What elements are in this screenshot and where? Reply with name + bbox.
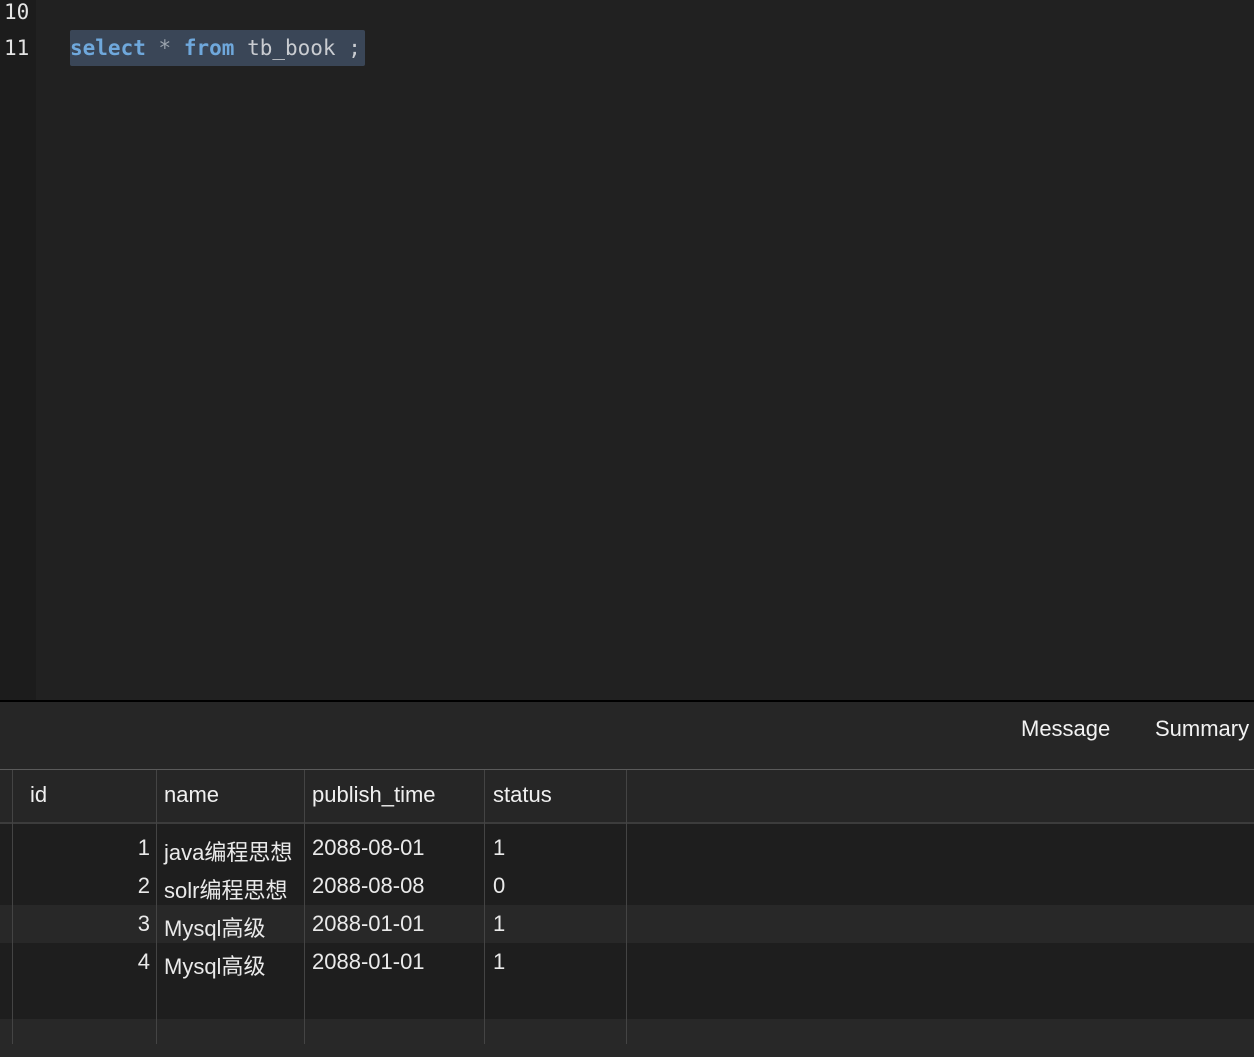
cell-name: Mysql高级: [164, 916, 266, 941]
selected-query-line[interactable]: select * from tb_book ;: [70, 30, 365, 66]
column-divider[interactable]: [156, 770, 157, 1044]
cell-id: 1: [137, 835, 150, 860]
grid-header: id name publish_time status: [0, 770, 1254, 824]
keyword-from: from: [183, 36, 235, 60]
cell-id: 4: [137, 949, 150, 974]
semicolon: ;: [348, 36, 361, 60]
column-divider[interactable]: [626, 770, 627, 1044]
tab-summary[interactable]: Summary: [1155, 716, 1249, 742]
cell-status: 1: [493, 835, 506, 860]
empty-row: [0, 981, 1254, 1019]
table-row[interactable]: 1 java编程思想 2088-08-01 1: [0, 829, 1254, 867]
table-row[interactable]: 3 Mysql高级 2088-01-01 1: [0, 905, 1254, 943]
tab-message[interactable]: Message: [1021, 716, 1110, 742]
table-row[interactable]: 2 solr编程思想 2088-08-08 0: [0, 867, 1254, 905]
cell-status: 0: [493, 873, 506, 898]
results-grid[interactable]: id name publish_time status 1 java编程思想 2…: [0, 770, 1254, 1057]
line-number: 10: [4, 0, 30, 24]
cell-publish-time: 2088-08-08: [312, 873, 425, 898]
sql-editor[interactable]: 10 11 select * from tb_book ;: [0, 0, 1254, 700]
cell-name: java编程思想: [164, 840, 293, 865]
cell-id: 2: [137, 873, 150, 898]
table-identifier: tb_book: [247, 36, 336, 60]
grid-left-border: [12, 770, 13, 1044]
column-divider[interactable]: [304, 770, 305, 1044]
column-header-id[interactable]: id: [30, 782, 47, 808]
table-row[interactable]: 4 Mysql高级 2088-01-01 1: [0, 943, 1254, 981]
cell-publish-time: 2088-01-01: [312, 911, 425, 936]
cell-id: 3: [137, 911, 150, 936]
column-header-name[interactable]: name: [164, 782, 219, 808]
asterisk-operator: *: [158, 36, 172, 60]
column-divider[interactable]: [484, 770, 485, 1044]
column-header-status[interactable]: status: [493, 782, 552, 808]
cell-status: 1: [493, 911, 506, 936]
cell-publish-time: 2088-01-01: [312, 949, 425, 974]
empty-row: [0, 1019, 1254, 1057]
keyword-select: select: [70, 36, 146, 60]
column-header-publish-time[interactable]: publish_time: [312, 782, 436, 808]
cell-name: Mysql高级: [164, 954, 266, 979]
cell-publish-time: 2088-08-01: [312, 835, 425, 860]
line-number-gutter: 10 11: [0, 0, 36, 700]
cell-name: solr编程思想: [164, 878, 288, 903]
cell-status: 1: [493, 949, 506, 974]
line-number: 11: [4, 36, 30, 60]
results-toolbar: Message Summary: [0, 702, 1254, 769]
